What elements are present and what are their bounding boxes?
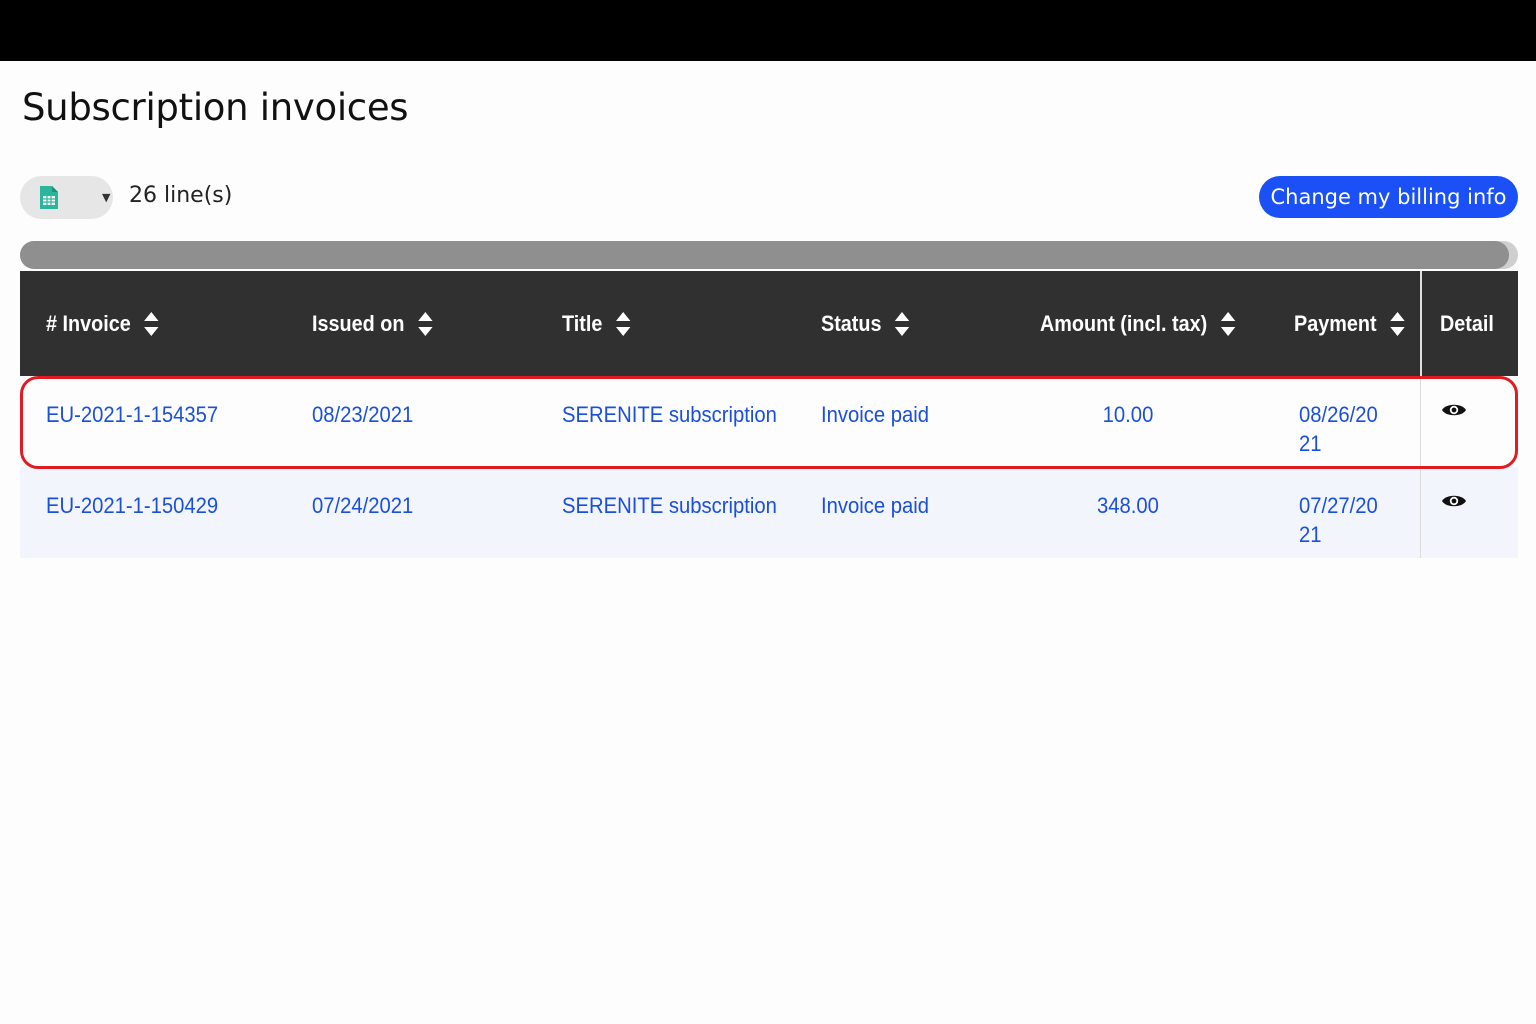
issued-date[interactable]: 07/24/2021 [312, 491, 413, 520]
invoice-number-link[interactable]: EU-2021-1-154357 [46, 400, 218, 429]
column-header-label: Issued on [312, 310, 405, 336]
column-header-issued-on[interactable]: Issued on [312, 271, 433, 376]
chevron-down-icon: ▼ [102, 191, 111, 204]
sort-icon [1390, 311, 1405, 336]
column-header-label: Status [821, 310, 882, 336]
column-header-label: Detail [1440, 310, 1494, 336]
column-header-payment[interactable]: Payment [1294, 271, 1405, 376]
sort-icon [1220, 311, 1236, 336]
invoices-table: # Invoice Issued on Title Status Amount … [20, 271, 1518, 558]
invoice-status[interactable]: Invoice paid [821, 400, 929, 429]
table-row[interactable]: EU-2021-1-150429 07/24/2021 SERENITE sub… [20, 467, 1518, 558]
line-count: 26 line(s) [129, 183, 233, 208]
horizontal-scrollbar-thumb[interactable] [20, 241, 1509, 269]
column-divider [1420, 271, 1422, 376]
column-header-label: Payment [1294, 310, 1377, 336]
invoice-amount[interactable]: 10.00 [1059, 400, 1197, 429]
invoice-number-link[interactable]: EU-2021-1-150429 [46, 491, 218, 520]
column-header-invoice[interactable]: # Invoice [46, 271, 160, 376]
table-row[interactable]: EU-2021-1-154357 08/23/2021 SERENITE sub… [20, 376, 1518, 467]
column-header-detail: Detail [1440, 271, 1494, 376]
invoice-status[interactable]: Invoice paid [821, 491, 929, 520]
sort-icon [895, 311, 910, 336]
column-header-amount[interactable]: Amount (incl. tax) [1040, 271, 1236, 376]
column-header-status[interactable]: Status [821, 271, 910, 376]
column-header-title[interactable]: Title [562, 271, 631, 376]
top-bar [0, 0, 1536, 61]
spreadsheet-icon [40, 186, 58, 209]
page-title: Subscription invoices [22, 86, 409, 129]
export-dropdown-button[interactable]: ▼ [20, 176, 113, 219]
sort-icon [615, 311, 631, 336]
eye-icon[interactable] [1441, 401, 1467, 419]
payment-date[interactable]: 07/27/2021 [1299, 491, 1386, 549]
column-divider [1420, 376, 1421, 467]
eye-icon[interactable] [1441, 492, 1467, 510]
payment-date[interactable]: 08/26/2021 [1299, 400, 1386, 458]
invoice-title[interactable]: SERENITE subscription [562, 400, 777, 429]
change-billing-info-button[interactable]: Change my billing info [1259, 176, 1518, 218]
column-header-label: # Invoice [46, 310, 131, 336]
sort-icon [144, 311, 159, 336]
column-header-label: Title [562, 310, 603, 336]
table-header: # Invoice Issued on Title Status Amount … [20, 271, 1518, 376]
column-divider [1420, 467, 1421, 558]
invoice-title[interactable]: SERENITE subscription [562, 491, 777, 520]
sort-icon [417, 311, 433, 336]
issued-date[interactable]: 08/23/2021 [312, 400, 413, 429]
invoice-amount[interactable]: 348.00 [1059, 491, 1197, 520]
column-header-label: Amount (incl. tax) [1040, 310, 1208, 336]
